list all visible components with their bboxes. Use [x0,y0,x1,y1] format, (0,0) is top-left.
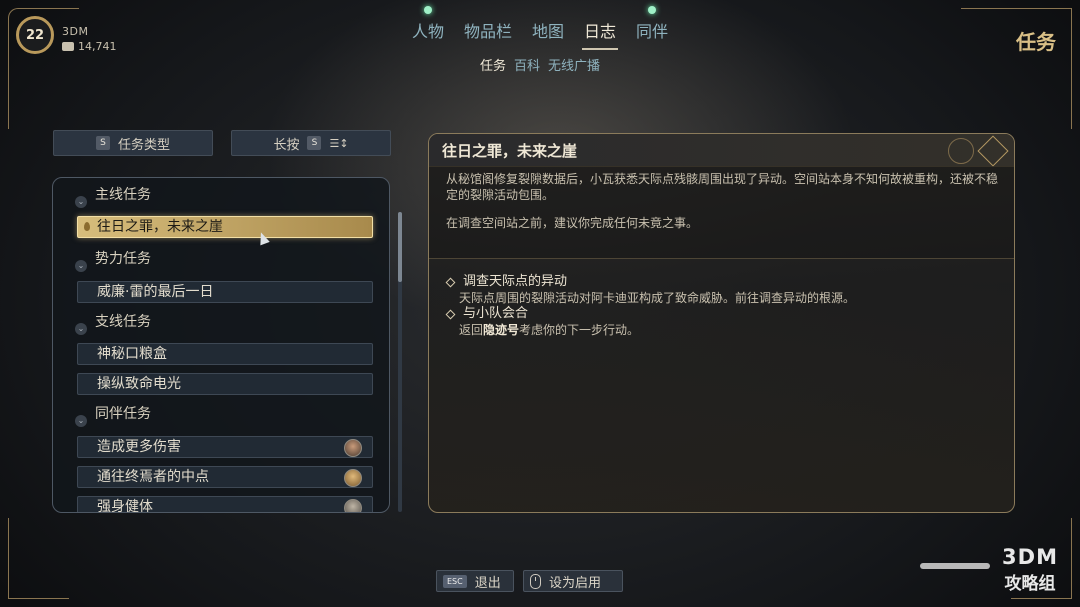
set-active-button[interactable]: 设为启用 [523,570,623,592]
quest-item[interactable]: 通往终焉者的中点 [77,466,373,488]
diamond-bullet-icon [445,309,456,319]
notification-dot-icon [648,6,657,14]
journal-subnav: 任务 百科 无线广播 [0,55,1080,74]
quest-item[interactable]: 神秘口粮盒 [77,343,373,365]
sort-hold-filter[interactable]: 长按 S ☰↕ [231,130,391,156]
description-paragraph: 在调查空间站之前，建议你完成任何未竟之事。 [446,216,699,230]
chevron-down-icon: ⌄ [75,196,87,208]
quest-label: 威廉·雷的最后一日 [97,284,214,300]
quest-item[interactable]: 操纵致命电光 [77,373,373,395]
tab-label: 同伴 [636,22,669,41]
detail-title: 往日之罪，未来之崖 [442,142,578,160]
objective-desc-text: 考虑你的下一步行动。 [519,323,640,337]
active-quest-marker-icon [84,222,90,231]
chevron-down-icon: ⌄ [75,415,87,427]
objective-desc-highlight: 隐迹号 [483,323,520,337]
watermark-bottom: 攻略组 [1004,574,1056,594]
objective-title: 与小队会合 [444,306,1004,322]
quest-label: 操纵致命电光 [97,376,181,392]
watermark-logo: 3DM 攻略组 [1002,545,1058,594]
set-active-label: 设为启用 [549,575,602,591]
esc-key-hint: ESC [443,574,467,588]
quest-label: 造成更多伤害 [97,439,181,455]
diamond-bullet-icon [445,277,456,287]
tab-label: 物品栏 [463,22,512,41]
objective-description: 天际点周围的裂隙活动对阿卡迪亚构成了致命威胁。前往调查异动的根源。 [459,291,856,305]
tab-character[interactable]: 人物 [402,6,454,46]
objective-description: 返回隐迹号考虑你的下一步行动。 [444,322,1004,338]
category-side[interactable]: ⌄ 支线任务 [53,309,373,335]
quest-type-filter[interactable]: S 任务类型 [53,130,213,156]
category-companion[interactable]: ⌄ 同伴任务 [53,401,373,427]
quest-label: 神秘口粮盒 [97,346,167,362]
subtab-radio[interactable]: 无线广播 [548,55,600,74]
key-hint-s: S [95,136,110,150]
sword-logo-icon [920,563,990,569]
quest-label: 通往终焉者的中点 [97,469,209,485]
quest-label: 往日之罪，未来之崖 [97,219,223,235]
main-nav: 人物 物品栏 地图 日志 同伴 [0,6,1080,50]
subtab-codex[interactable]: 百科 [514,55,540,74]
quest-item-selected[interactable]: 往日之罪，未来之崖 [77,216,373,238]
companion-portrait-icon [344,469,362,487]
category-label: 同伴任务 [95,406,151,422]
exit-button[interactable]: ESC 退出 [436,570,514,592]
chevron-down-icon: ⌄ [75,323,87,335]
subtab-quests[interactable]: 任务 [480,55,506,74]
category-faction[interactable]: ⌄ 势力任务 [53,246,373,272]
objective-title-text: 与小队会合 [463,306,529,321]
quest-item[interactable]: 强身健体 [77,496,373,513]
category-main[interactable]: ⌄ 主线任务 [53,182,373,208]
objective-desc-text: 返回 [459,323,484,337]
key-hint-s: S [307,136,322,150]
tab-map[interactable]: 地图 [522,14,574,46]
sort-icon: ☰↕ [329,136,349,150]
tab-journal[interactable]: 日志 [574,14,626,50]
scrollbar-thumb[interactable] [398,212,402,282]
tab-inventory[interactable]: 物品栏 [454,14,522,46]
description-paragraph: 从秘馆阁修复裂隙数据后，小瓦获悉天际点残骸周围出现了异动。空间站本身不知何故被重… [446,172,999,202]
chevron-down-icon: ⌄ [75,260,87,272]
frame-corner-bottom-left [8,518,69,599]
watermark-top: 3DM [1002,545,1058,569]
companion-portrait-icon [344,439,362,457]
exit-label: 退出 [474,575,501,591]
quest-list-scrollbar[interactable] [398,212,402,512]
objective-title-text: 调查天际点的异动 [463,274,568,289]
tab-label: 人物 [411,22,444,41]
page-title: 任务 [1016,30,1056,54]
tab-companions[interactable]: 同伴 [626,6,678,46]
quest-detail-panel: 往日之罪，未来之崖 从秘馆阁修复裂隙数据后，小瓦获悉天际点残骸周围出现了异动。空… [428,133,1015,513]
category-label: 主线任务 [95,187,151,203]
detail-header: 往日之罪，未来之崖 [429,134,1014,167]
notification-dot-icon [423,6,432,14]
quest-label: 强身健体 [97,499,153,513]
quest-description: 从秘馆阁修复裂隙数据后，小瓦获悉天际点残骸周围出现了异动。空间站本身不知何故被重… [446,171,1006,243]
hold-label: 长按 [273,137,300,153]
quest-item[interactable]: 造成更多伤害 [77,436,373,458]
mouse-icon [530,573,541,589]
tab-label: 地图 [531,22,564,41]
quest-list: ⌄ 主线任务 往日之罪，未来之崖 ⌄ 势力任务 威廉·雷的最后一日 ⌄ 支线任务… [52,177,390,513]
category-label: 势力任务 [95,251,151,267]
quest-item[interactable]: 威廉·雷的最后一日 [77,281,373,303]
ornament-diamond-icon [977,135,1009,167]
objectives-list: 调查天际点的异动 天际点周围的裂隙活动对阿卡迪亚构成了致命威胁。前往调查异动的根… [444,274,1004,338]
category-label: 支线任务 [95,314,151,330]
ornament-ring-icon [948,138,974,164]
objective-title: 调查天际点的异动 [444,274,1004,290]
tab-label: 日志 [584,22,617,41]
quest-type-label: 任务类型 [117,137,170,153]
companion-portrait-icon [344,499,362,512]
